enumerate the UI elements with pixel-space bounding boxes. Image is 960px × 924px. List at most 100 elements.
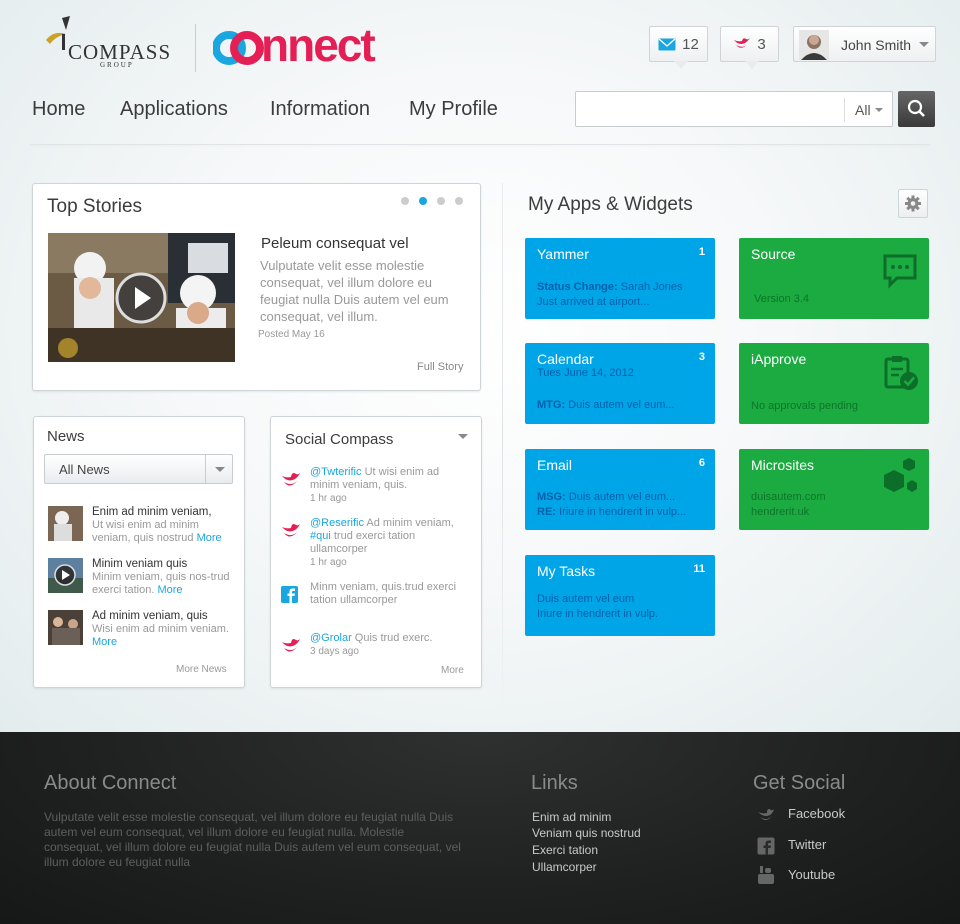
apps-widgets-title: My Apps & Widgets [528,194,693,215]
tweets-notification[interactable]: 3 [720,26,779,69]
chevron-down-icon [919,42,929,47]
carousel-dot-3[interactable] [437,197,445,205]
tile-title: Email [537,457,573,473]
clipboard-check-icon [884,356,918,390]
search-button[interactable] [898,91,935,127]
footer-link[interactable]: Enim ad minim [532,810,611,824]
story-video-thumbnail[interactable] [48,233,235,362]
news-thumbnail [48,558,83,593]
tweets-count: 3 [757,35,766,53]
gear-icon [905,195,921,212]
tile-line2: Version 3.4 [754,293,810,305]
social-time: 3 days ago [310,646,359,657]
chevron-down-icon[interactable] [458,434,468,439]
play-icon[interactable] [115,272,167,324]
carousel-dot-4[interactable] [455,197,463,205]
tile-source[interactable]: Source Version 3.4 [739,238,929,319]
news-item-body: Ut wisi enim ad minim veniam, quis nostr… [92,519,199,544]
tile-title: My Tasks [537,563,596,579]
search-input[interactable] [580,96,840,122]
messages-count: 12 [682,35,699,53]
tile-my-tasks[interactable]: My Tasks 11 Duis autem vel eum Iriure in… [525,555,715,636]
news-thumbnail [48,610,83,645]
footer-link[interactable]: Veniam quis nostrud [532,826,641,840]
search-box: All [575,91,893,127]
social-time: 1 hr ago [310,493,347,504]
news-more-link[interactable]: More [197,532,222,544]
twitter-bird-icon [734,38,751,48]
twitter-icon [282,473,300,486]
footer-about-title: About Connect [44,772,177,794]
compass-group-logo[interactable]: COMPASS GROUP [40,14,180,74]
more-news-link[interactable]: More News [176,664,227,675]
social-more-link[interactable]: More [441,665,464,676]
nav-applications[interactable]: Applications [120,98,228,121]
social-handle[interactable]: @Twterific [310,466,362,478]
widgets-settings-button[interactable] [898,189,928,218]
envelope-icon [658,38,676,50]
search-icon [907,99,925,117]
twitter-icon [282,639,300,652]
tile-title: iApprove [751,351,807,367]
user-menu[interactable]: John Smith [793,26,936,62]
tile-line1-label: Status Change: [537,281,618,293]
news-filter-select[interactable]: All News [44,454,233,484]
footer-social-facebook[interactable]: Facebook [788,806,845,821]
tile-calendar[interactable]: Calendar 3 Tues June 14, 2012 MTG: Duis … [525,343,715,424]
footer-link[interactable]: Exerci tation [532,843,598,857]
tile-yammer[interactable]: Yammer 1 Status Change: Sarah Jones Just… [525,238,715,319]
story-posted-date: Posted May 16 [258,329,325,340]
footer-social-twitter[interactable]: Twitter [788,837,826,852]
messages-notification[interactable]: 12 [649,26,708,69]
tile-iapprove[interactable]: iApprove No approvals pending [739,343,929,424]
youtube-icon [758,866,774,884]
social-handle[interactable]: @Reserific [310,517,364,529]
tile-line2: No approvals pending [751,400,859,412]
news-filter-value: All News [59,462,110,477]
news-item-title: Minim veniam quis [92,558,188,570]
tile-count: 11 [693,563,705,575]
carousel-dot-1[interactable] [401,197,409,205]
footer-links-title: Links [531,772,578,794]
nav-my-profile[interactable]: My Profile [409,98,498,121]
news-more-link[interactable]: More [92,636,117,648]
nav-home[interactable]: Home [32,98,85,121]
search-filter-select[interactable]: All [855,102,871,118]
tile-title: Microsites [751,457,815,473]
social-hashtag[interactable]: #qui [310,530,331,542]
chevron-down-icon[interactable] [875,108,883,112]
svg-text:nnect: nnect [261,19,375,68]
tile-line1: duisautem.com [751,491,826,503]
footer-about-text: Vulputate velit esse molestie consequat,… [44,810,461,869]
tile-count: 6 [698,457,705,469]
news-item-title: Enim ad minim veniam, [92,506,212,518]
carousel-dot-2[interactable] [419,197,427,205]
header-divider [30,144,930,145]
logo-divider [195,24,196,72]
social-compass-title: Social Compass [285,431,394,448]
story-headline[interactable]: Peleum consequat vel [261,235,409,252]
facebook-icon [281,586,298,603]
tile-title: Calendar [537,351,594,367]
footer-link[interactable]: Ullamcorper [532,860,597,874]
connect-wordmark: nnect [212,19,377,71]
twitter-icon [282,524,300,537]
tile-line1: Sarah Jones [617,281,683,293]
nav-information[interactable]: Information [270,98,370,121]
tile-line1: Duis autem vel eum... [565,491,676,503]
select-divider [205,455,206,483]
chat-icon [883,254,917,289]
story-body: Vulputate velit esse molestie consequat,… [260,258,449,324]
tile-line2: Iriure in hendrerit in vulp... [555,506,687,518]
news-more-link[interactable]: More [157,584,182,596]
facebook-icon [757,837,775,855]
tile-microsites[interactable]: Microsites duisautem.com hendrerit.uk [739,449,929,530]
tile-line2: Iriure in hendrerit in vulp. [537,608,659,620]
tile-email[interactable]: Email 6 MSG: Duis autem vel eum... RE: I… [525,449,715,530]
social-handle[interactable]: @Grolar [310,632,352,644]
footer-social-youtube[interactable]: Youtube [788,867,835,882]
connect-logo[interactable]: nnect [212,16,393,79]
top-stories-title: Top Stories [47,196,143,217]
footer-social-title: Get Social [753,772,846,794]
full-story-link[interactable]: Full Story [417,361,463,373]
